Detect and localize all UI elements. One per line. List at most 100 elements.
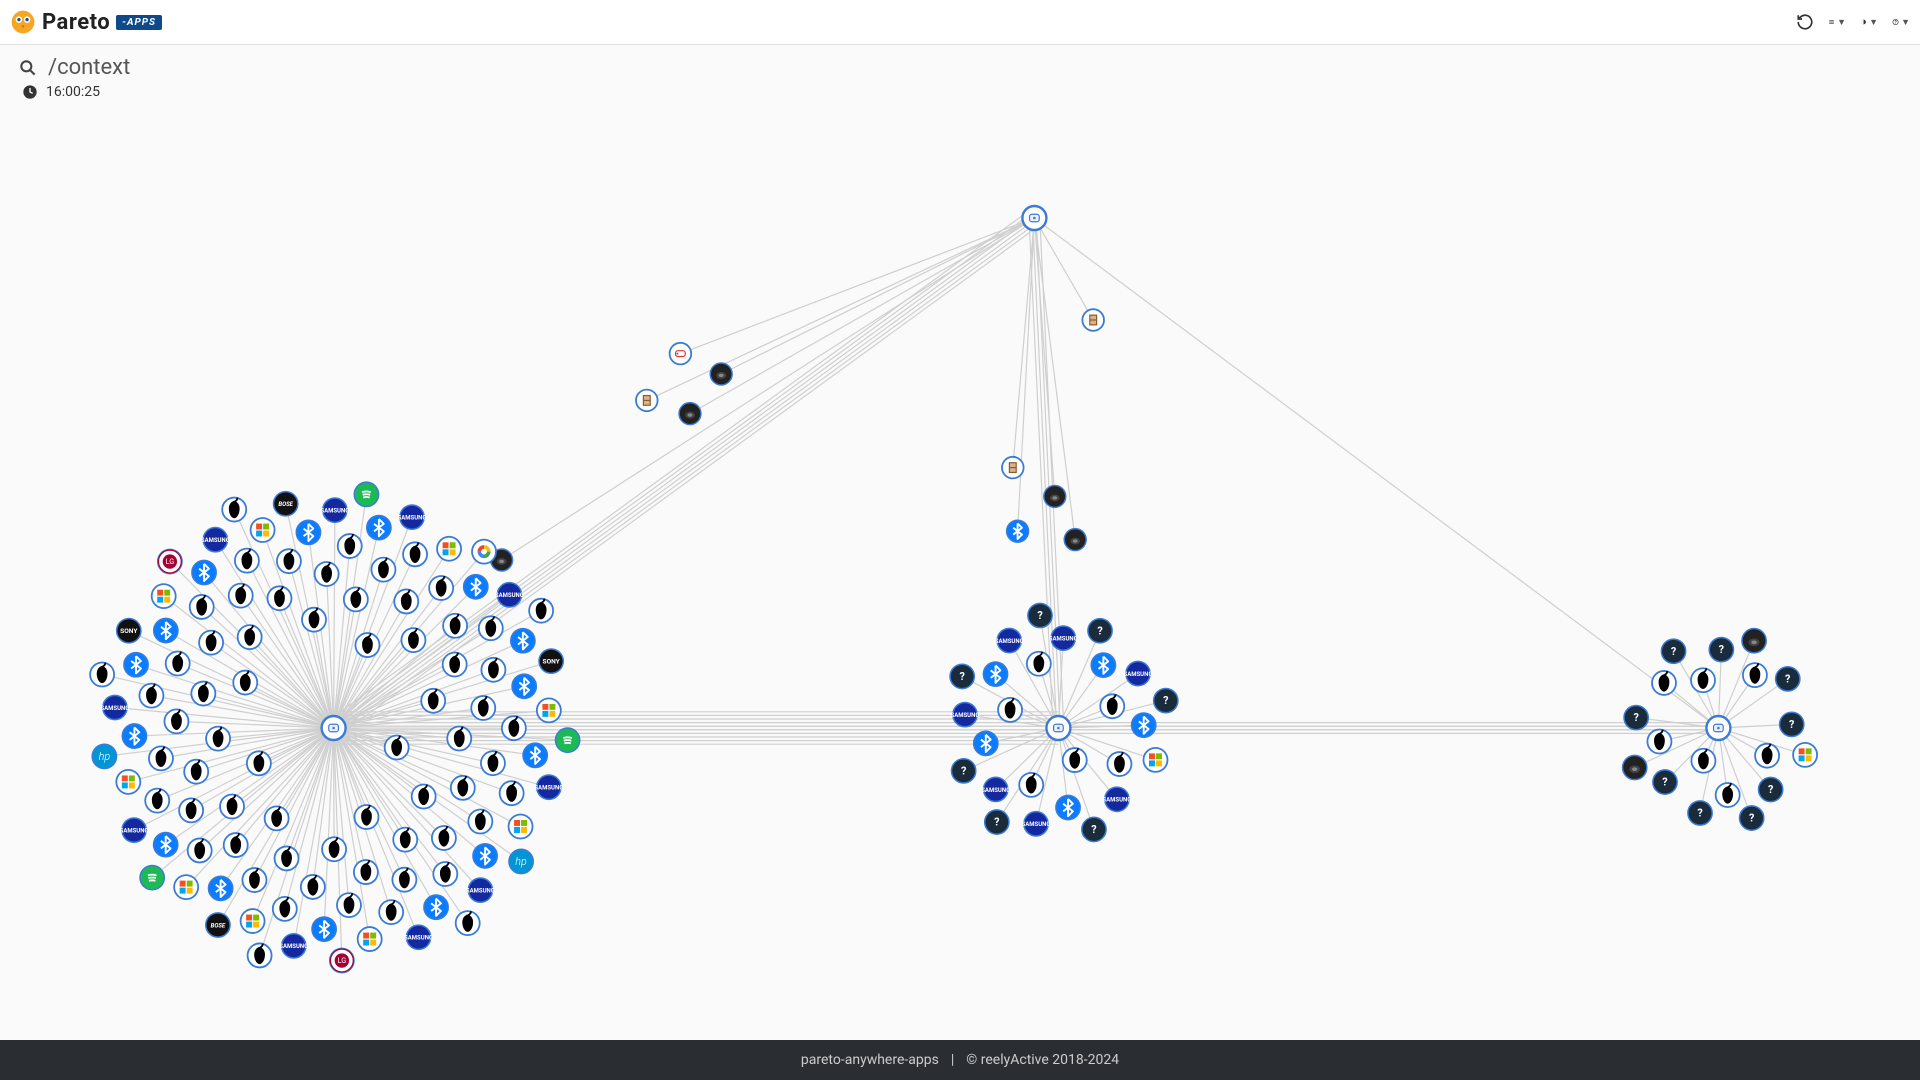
bluetooth-node-icon[interactable]	[192, 560, 216, 584]
apple-node-icon[interactable]	[302, 608, 326, 632]
hp-node-icon[interactable]: hp	[92, 744, 116, 768]
apple-node-icon[interactable]	[403, 542, 427, 566]
footer-project-link[interactable]: pareto-anywhere-apps	[801, 1052, 939, 1068]
apple-node-icon[interactable]	[1100, 694, 1124, 718]
apple-node-icon[interactable]	[338, 534, 362, 558]
bluetooth-node-icon[interactable]	[512, 674, 536, 698]
search-icon[interactable]	[18, 58, 38, 78]
samsung-node-icon[interactable]: SAMSUNG	[995, 629, 1024, 653]
bluetooth-node-icon[interactable]	[974, 731, 998, 755]
apple-node-icon[interactable]	[301, 875, 325, 899]
apple-node-icon[interactable]	[164, 709, 188, 733]
hp-node-icon[interactable]: hp	[509, 849, 533, 873]
gateway-node-icon[interactable]	[1022, 206, 1046, 230]
apple-node-icon[interactable]	[371, 558, 395, 582]
samsung-node-icon[interactable]: SAMSUNG	[1022, 812, 1051, 836]
apple-node-icon[interactable]	[224, 833, 248, 857]
unknown-node-icon[interactable]: ?	[1759, 778, 1783, 802]
bluetooth-node-icon[interactable]	[464, 575, 488, 599]
apple-node-icon[interactable]	[433, 862, 457, 886]
apple-node-icon[interactable]	[337, 893, 361, 917]
apple-node-icon[interactable]	[451, 776, 475, 800]
microsoft-node-icon[interactable]	[537, 698, 561, 722]
samsung-node-icon[interactable]: SAMSUNG	[981, 777, 1010, 801]
bluetooth-node-icon[interactable]	[1007, 520, 1029, 542]
apple-node-icon[interactable]	[1743, 663, 1767, 687]
apple-node-icon[interactable]	[429, 576, 453, 600]
bluetooth-node-icon[interactable]	[124, 653, 148, 677]
unknown-node-icon[interactable]: ?	[1082, 817, 1106, 841]
apple-node-icon[interactable]	[90, 663, 114, 687]
gateway-node-icon[interactable]	[322, 716, 346, 740]
apple-node-icon[interactable]	[220, 794, 244, 818]
unknown-node-icon[interactable]: ?	[1154, 689, 1178, 713]
apple-node-icon[interactable]	[385, 736, 409, 760]
apple-node-icon[interactable]	[421, 689, 445, 713]
building-node-icon[interactable]	[1002, 457, 1024, 479]
apple-node-icon[interactable]	[206, 727, 230, 751]
unknown-node-icon[interactable]: ?	[1776, 667, 1800, 691]
apple-node-icon[interactable]	[481, 751, 505, 775]
samsung-node-icon[interactable]: SAMSUNG	[120, 818, 149, 842]
apple-node-icon[interactable]	[273, 897, 297, 921]
apple-node-icon[interactable]	[315, 562, 339, 586]
apple-node-icon[interactable]	[322, 837, 346, 861]
apple-node-icon[interactable]	[190, 595, 214, 619]
apple-node-icon[interactable]	[443, 653, 467, 677]
microsoft-node-icon[interactable]	[1143, 748, 1167, 772]
apple-node-icon[interactable]	[145, 789, 169, 813]
apple-node-icon[interactable]	[1652, 671, 1676, 695]
bose-node-icon[interactable]: BOSE	[206, 913, 230, 937]
samsung-node-icon[interactable]: SAMSUNG	[1102, 787, 1131, 811]
bluetooth-node-icon[interactable]	[511, 629, 535, 653]
speaker-node-icon[interactable]	[1044, 486, 1066, 508]
apple-node-icon[interactable]	[479, 616, 503, 640]
unknown-node-icon[interactable]: ?	[1624, 706, 1648, 730]
apple-node-icon[interactable]	[1691, 749, 1715, 773]
samsung-node-icon[interactable]: SAMSUNG	[320, 498, 349, 522]
theme-icon[interactable]: ▼	[1860, 13, 1878, 31]
apple-node-icon[interactable]	[412, 784, 436, 808]
bluetooth-node-icon[interactable]	[122, 724, 146, 748]
unknown-node-icon[interactable]: ?	[1088, 619, 1112, 643]
unknown-node-icon[interactable]: ?	[1028, 603, 1052, 627]
sony-node-icon[interactable]: SONY	[117, 619, 141, 643]
network-graph[interactable]: SAMSUNG SAMSUNG SAMSUNG SAMSUNG SAMSUNG SAMSU…	[0, 104, 1920, 1040]
apple-node-icon[interactable]	[998, 698, 1022, 722]
bluetooth-node-icon[interactable]	[296, 520, 320, 544]
apple-node-icon[interactable]	[1027, 652, 1051, 676]
spotify-node-icon[interactable]	[556, 728, 580, 752]
apple-node-icon[interactable]	[184, 760, 208, 784]
samsung-node-icon[interactable]: SAMSUNG	[398, 505, 427, 529]
speaker-node-icon[interactable]	[1623, 756, 1647, 780]
help-icon[interactable]: ▼	[1892, 13, 1910, 31]
bluetooth-node-icon[interactable]	[424, 895, 448, 919]
bluetooth-node-icon[interactable]	[1056, 796, 1080, 820]
brand[interactable]: Pareto -APPS	[10, 9, 162, 35]
apple-node-icon[interactable]	[229, 584, 253, 608]
apple-node-icon[interactable]	[456, 911, 480, 935]
speaker-node-icon[interactable]	[1064, 529, 1086, 551]
microsoft-node-icon[interactable]	[152, 584, 176, 608]
unknown-node-icon[interactable]: ?	[1688, 801, 1712, 825]
microsoft-node-icon[interactable]	[174, 875, 198, 899]
apple-node-icon[interactable]	[149, 746, 173, 770]
apple-node-icon[interactable]	[393, 828, 417, 852]
apple-node-icon[interactable]	[1647, 729, 1671, 753]
google-node-icon[interactable]	[472, 540, 496, 564]
apple-node-icon[interactable]	[1691, 668, 1715, 692]
bose-node-icon[interactable]: BOSE	[274, 492, 298, 516]
unknown-node-icon[interactable]: ?	[1709, 638, 1733, 662]
graph-canvas[interactable]: SAMSUNG SAMSUNG SAMSUNG SAMSUNG SAMSUNG SAMSU…	[0, 104, 1920, 1040]
apple-node-icon[interactable]	[401, 628, 425, 652]
refresh-icon[interactable]	[1796, 13, 1814, 31]
apple-node-icon[interactable]	[191, 682, 215, 706]
building-node-icon[interactable]	[636, 390, 658, 412]
bluetooth-node-icon[interactable]	[523, 743, 547, 767]
apple-node-icon[interactable]	[432, 826, 456, 850]
speaker-node-icon[interactable]	[710, 363, 732, 385]
unknown-node-icon[interactable]: ?	[1653, 770, 1677, 794]
microsoft-node-icon[interactable]	[358, 927, 382, 951]
lg-node-icon[interactable]: LG	[330, 949, 354, 973]
apple-node-icon[interactable]	[247, 751, 271, 775]
